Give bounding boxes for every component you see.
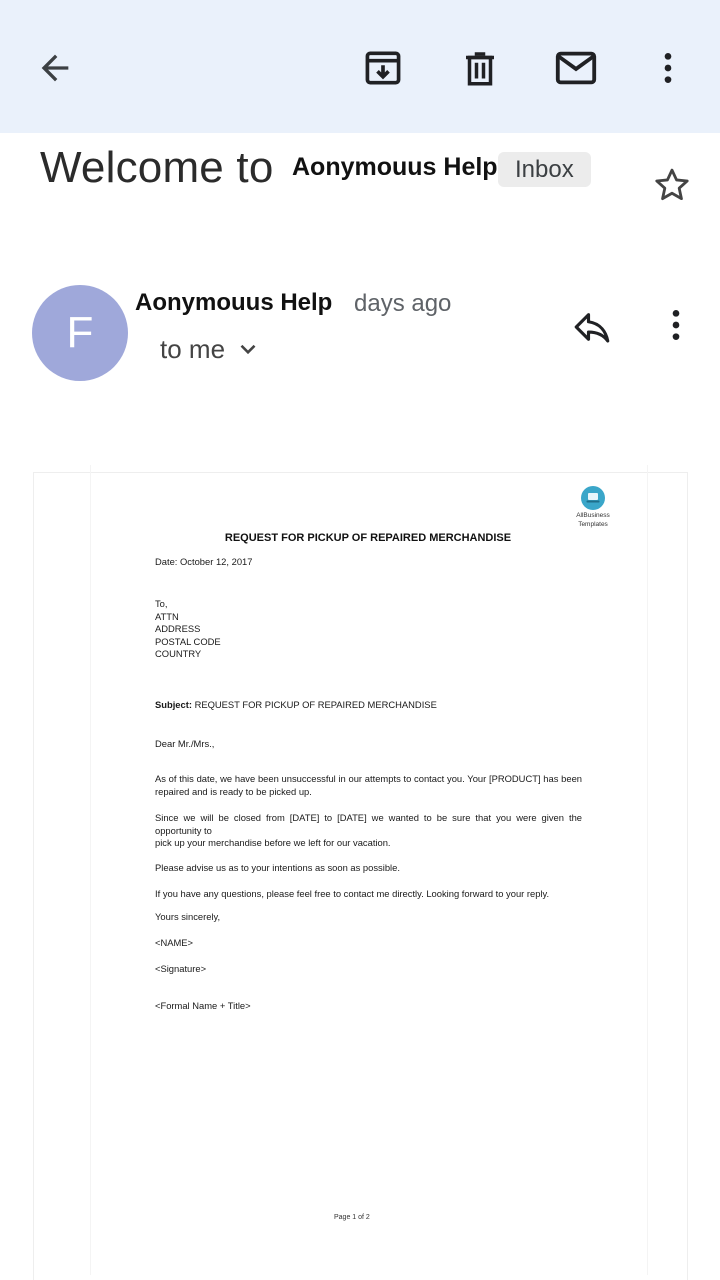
logo-text-line1: AllBusiness [576, 512, 610, 519]
back-button[interactable] [31, 44, 79, 92]
letter-address-block: To, ATTN ADDRESS POSTAL CODE COUNTRY [155, 598, 221, 661]
letter-closing: Yours sincerely, [155, 911, 221, 922]
sender-avatar[interactable]: F [32, 285, 128, 381]
letter-subject-line: Subject: REQUEST FOR PICKUP OF REPAIRED … [155, 699, 437, 712]
mail-icon [555, 51, 597, 85]
allbusiness-logo: AllBusiness Templates [573, 486, 613, 528]
letter-subject-label: Subject: [155, 699, 192, 710]
letter-paragraph-2: Since we will be closed from [DATE] to [… [155, 812, 582, 850]
message-more-button[interactable] [652, 301, 700, 349]
more-vert-icon [672, 310, 680, 340]
archive-icon [365, 51, 401, 85]
letter-paragraph-1: As of this date, we have been unsuccessf… [155, 773, 582, 797]
more-vert-icon [664, 53, 672, 83]
letter-paragraph-2-line2: pick up your merchandise before we left … [155, 837, 391, 849]
letter-signature-placeholder: <Signature> [155, 963, 207, 974]
inbox-label-chip[interactable]: Inbox [498, 152, 591, 187]
address-line: To, [155, 598, 168, 609]
top-app-bar [0, 0, 720, 133]
laptop-icon [581, 486, 605, 510]
letter-page-number: Page 1 of 2 [334, 1214, 370, 1221]
reply-button[interactable] [568, 303, 616, 351]
letter-greeting: Dear Mr./Mrs., [155, 738, 215, 749]
address-line: COUNTRY [155, 648, 202, 660]
star-button[interactable] [650, 163, 694, 207]
sender-name[interactable]: Aonymouus Help [135, 289, 332, 317]
letter-paragraph-3: Please advise us as to your intentions a… [155, 862, 400, 873]
mark-unread-button[interactable] [552, 44, 600, 92]
logo-text-line2: Templates [578, 521, 608, 528]
more-options-button[interactable] [644, 44, 692, 92]
letter-paragraph-2-line1: Since we will be closed from [DATE] to [… [155, 812, 582, 836]
letter-attachment-preview[interactable]: AllBusiness Templates REQUEST FOR PICKUP… [33, 465, 688, 1280]
letter-paragraph-4: If you have any questions, please feel f… [155, 888, 550, 899]
message-time: days ago [354, 290, 452, 317]
recipients-toggle[interactable]: to me [160, 333, 261, 365]
subject-row: Welcome to Aonymouus Help Inbox [0, 133, 720, 223]
delete-button[interactable] [456, 44, 504, 92]
subject-sender-overlay: Aonymouus Help [292, 153, 498, 181]
chevron-down-icon [240, 344, 256, 355]
reply-icon [574, 313, 610, 343]
arrow-back-icon [41, 54, 69, 82]
letter-date: Date: October 12, 2017 [155, 556, 253, 567]
letter-title: REQUEST FOR PICKUP OF REPAIRED MERCHANDI… [224, 532, 512, 544]
address-line: ATTN [155, 610, 179, 622]
page-edge-left [90, 465, 91, 1275]
letter-formal-name-placeholder: <Formal Name + Title> [155, 1000, 251, 1011]
letter-name-placeholder: <NAME> [155, 937, 194, 948]
letter-subject-text: REQUEST FOR PICKUP OF REPAIRED MERCHANDI… [194, 699, 437, 710]
recipients-label: to me [160, 333, 226, 364]
address-line: ADDRESS [155, 623, 201, 635]
email-subject: Welcome to [40, 143, 274, 192]
star-outline-icon [655, 168, 689, 201]
page-edge-right [647, 465, 648, 1275]
trash-icon [466, 52, 494, 86]
archive-button[interactable] [359, 44, 407, 92]
address-line: POSTAL CODE [155, 635, 221, 647]
